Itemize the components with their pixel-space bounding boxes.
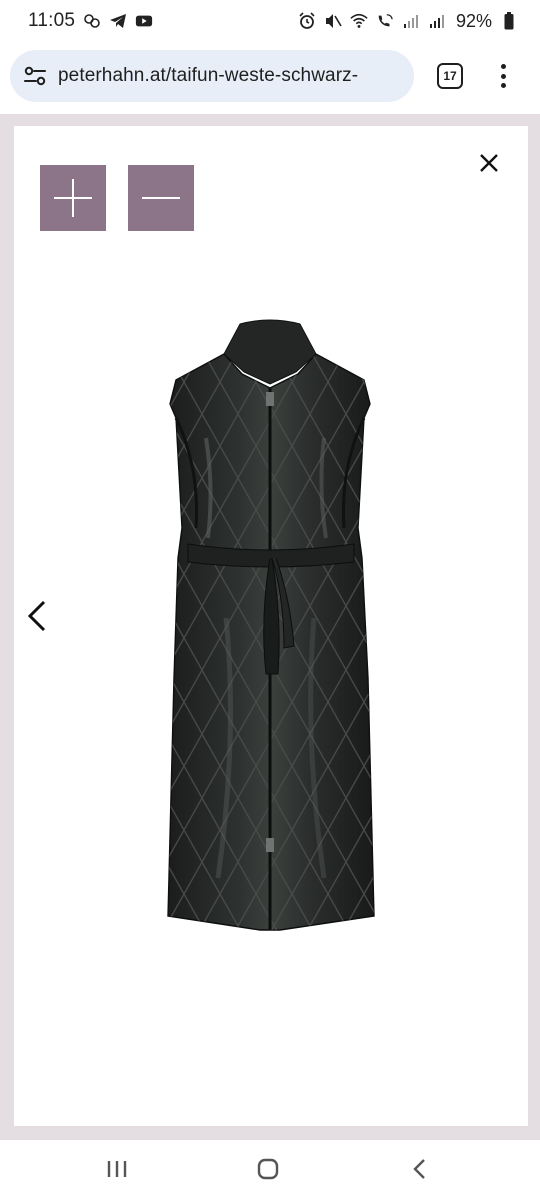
status-right: 92% [298,11,518,32]
recents-button[interactable] [102,1154,132,1184]
tab-switcher-button[interactable]: 17 [437,63,463,89]
battery-percent: 92% [455,10,492,31]
battery-icon [500,12,518,30]
close-icon [480,154,498,172]
signal-icon-2 [428,12,446,30]
image-lightbox [14,126,528,1126]
menu-dot [500,64,506,69]
status-bar: 11:05 92% [0,0,540,42]
back-icon [413,1159,425,1179]
signal-icon-1 [402,12,420,30]
screen: 11:05 92% peterhahn.at/taifun-weste-schw… [0,0,540,1200]
home-button[interactable] [253,1154,283,1184]
status-time: 11:05 [28,10,76,31]
wifi-call-icon [376,12,394,30]
mute-icon [324,12,342,30]
previous-image-button[interactable] [24,596,50,636]
back-button[interactable] [405,1154,435,1184]
system-navigation-bar [0,1140,540,1200]
alarm-icon [298,12,316,30]
page-content [0,114,540,1140]
plus-icon [54,179,92,217]
assistant-icon [83,12,101,30]
product-image[interactable] [148,318,392,946]
menu-dot [500,83,506,88]
zoom-in-button[interactable] [40,165,106,231]
browser-toolbar: peterhahn.at/taifun-weste-schwarz- 17 [0,42,540,112]
recents-icon [107,1161,127,1177]
wifi-icon [350,12,368,30]
close-button[interactable] [476,150,502,176]
overflow-menu-button[interactable] [493,60,513,92]
menu-dot [500,73,506,79]
zoom-out-button[interactable] [128,165,194,231]
youtube-icon [135,12,153,30]
home-icon [257,1158,279,1180]
site-settings-icon[interactable] [22,63,48,89]
telegram-icon [109,12,127,30]
minus-icon [142,197,180,199]
status-left: 11:05 [28,10,153,32]
chevron-left-icon [27,600,46,632]
address-bar[interactable]: peterhahn.at/taifun-weste-schwarz- [10,50,414,102]
url-text[interactable]: peterhahn.at/taifun-weste-schwarz- [58,65,358,87]
